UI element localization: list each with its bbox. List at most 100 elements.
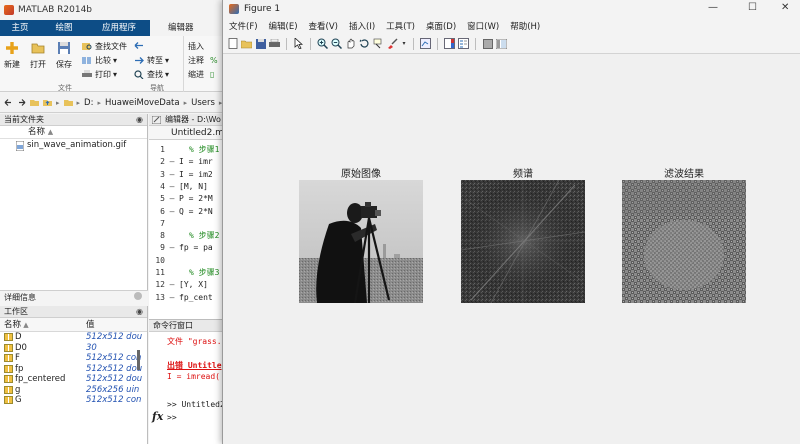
breadcrumb-folder[interactable]: HuaweiMoveData (105, 98, 180, 108)
figure-window: Figure 1 — ☐ ✕ 文件(F) 编辑(E) 查看(V) 插入(I) 工… (222, 0, 800, 444)
code-line[interactable]: 3– I = im2 (149, 169, 213, 181)
menu-insert[interactable]: 插入(I) (349, 20, 375, 32)
hide-plot-tools-icon[interactable] (482, 38, 493, 49)
back-icon[interactable] (4, 98, 13, 107)
menu-window[interactable]: 窗口(W) (467, 20, 499, 32)
code-line[interactable]: 4– [M, N] (149, 181, 208, 193)
scrollbar-thumb[interactable] (137, 350, 140, 370)
workspace-row[interactable]: fp 512x512 dou (0, 364, 147, 375)
breadcrumb-users[interactable]: Users (191, 98, 215, 108)
compare-button[interactable]: 比较 ▾ (82, 55, 117, 66)
insert-button[interactable]: 插入 (188, 41, 204, 52)
ws-value-column[interactable]: 值 (86, 318, 95, 331)
image-axes-filtered[interactable] (622, 180, 746, 303)
pointer-icon[interactable] (293, 38, 304, 49)
brush-icon[interactable] (387, 38, 398, 49)
code-line[interactable]: 8 % 步骤2 (149, 230, 219, 242)
open-file-icon[interactable] (241, 38, 252, 49)
save-button[interactable]: 保存 (56, 41, 72, 70)
dropdown-arrow-icon[interactable]: ▾ (401, 38, 407, 49)
pan-icon[interactable] (345, 38, 356, 49)
new-button[interactable]: 新建 (4, 41, 20, 70)
new-figure-icon[interactable] (227, 38, 238, 49)
rotate-3d-icon[interactable] (359, 38, 370, 49)
breakpoint-marker[interactable]: – (165, 279, 179, 291)
forward-icon[interactable] (17, 98, 26, 107)
tab-apps[interactable]: 应用程序 (88, 20, 150, 36)
file-row[interactable]: sin_wave_animation.gif (0, 139, 147, 152)
breakpoint-marker[interactable]: – (165, 292, 179, 304)
code-line[interactable]: 6– Q = 2*N (149, 206, 213, 218)
data-cursor-icon[interactable] (373, 38, 384, 49)
code-area[interactable]: 1% 步骤1 2– I = imr 3– I = im2 4– [M, N] 5– P = 2*… (149, 140, 228, 310)
code-line[interactable]: 12– [Y, X] (149, 279, 208, 291)
name-column-header[interactable]: 名称 ▲ (0, 126, 147, 139)
breakpoint-marker[interactable]: – (165, 156, 179, 168)
figure-canvas[interactable]: 原始图像 频谱 滤波结果 (223, 55, 800, 444)
workspace-row[interactable]: fp_centered 512x512 dou (0, 374, 147, 385)
breadcrumb-drive[interactable]: D: (84, 98, 93, 108)
link-plot-icon[interactable] (420, 38, 431, 49)
menu-help[interactable]: 帮助(H) (510, 20, 540, 32)
expand-icon[interactable] (134, 292, 142, 300)
command-window[interactable]: 命令行窗口 文件 "grass. 出错 Untitle I = imread('… (149, 319, 228, 444)
image-axes-spectrum[interactable] (461, 180, 585, 303)
indent-button[interactable]: 缩进 ▯ (188, 69, 214, 80)
tab-home[interactable]: 主页 (0, 20, 40, 36)
breakpoint-marker[interactable]: – (165, 206, 179, 218)
code-line[interactable]: 1 % 步骤1 (149, 144, 219, 156)
close-icon[interactable]: ✕ (781, 2, 789, 13)
panel-actions-icon[interactable]: ◉ (136, 306, 143, 318)
code-line[interactable]: 5– P = 2*M (149, 193, 213, 205)
minimize-icon[interactable]: — (708, 2, 718, 13)
code-line[interactable]: 9– fp = pa (149, 242, 213, 254)
code-line[interactable]: 13– fp_cent (149, 292, 212, 304)
menu-file[interactable]: 文件(F) (229, 20, 258, 32)
workspace-row[interactable]: F 512x512 con (0, 353, 147, 364)
workspace-row[interactable]: g 256x256 uin (0, 385, 147, 396)
code-line[interactable]: 11 % 步骤3 (149, 267, 219, 279)
cmd-error-line[interactable]: 出错 Untitle (167, 360, 222, 371)
maximize-icon[interactable]: ☐ (748, 2, 757, 13)
open-button[interactable]: 打开 (30, 41, 46, 70)
tab-plots[interactable]: 绘图 (40, 20, 88, 36)
fx-icon[interactable]: fx (152, 410, 163, 423)
workspace-row[interactable]: D 512x512 dou (0, 332, 147, 343)
ws-var-value: 512x512 con (86, 353, 142, 363)
zoom-out-icon[interactable] (331, 38, 342, 49)
colorbar-icon[interactable] (444, 38, 455, 49)
print-button[interactable]: 打印 ▾ (82, 69, 117, 80)
code-line[interactable]: 10 (149, 255, 179, 267)
menu-desktop[interactable]: 桌面(D) (426, 20, 456, 32)
menu-edit[interactable]: 编辑(E) (269, 20, 298, 32)
ws-name-column[interactable]: 名称 ▲ (0, 318, 86, 331)
breakpoint-marker[interactable]: – (165, 169, 179, 181)
breakpoint-marker[interactable]: – (165, 193, 179, 205)
breakpoint-marker[interactable]: – (165, 181, 179, 193)
up-folder-icon[interactable] (43, 98, 52, 107)
image-axes-original[interactable] (299, 180, 423, 303)
code-line[interactable]: 2– I = imr (149, 156, 213, 168)
comment-button[interactable]: 注释% (188, 55, 218, 66)
code-line[interactable]: 7 (149, 218, 179, 230)
line-number: 6 (160, 206, 165, 216)
menu-view[interactable]: 查看(V) (309, 20, 338, 32)
tab-editor[interactable]: 编辑器 (150, 20, 228, 36)
legend-icon[interactable] (458, 38, 469, 49)
menu-tools[interactable]: 工具(T) (386, 20, 415, 32)
breakpoint-marker[interactable]: – (165, 242, 179, 254)
find-files-button[interactable]: 查找文件 (82, 41, 127, 52)
editor-tab[interactable]: Untitled2.m (149, 126, 228, 140)
print-figure-icon[interactable] (269, 38, 280, 49)
show-plot-tools-icon[interactable] (496, 38, 507, 49)
browse-folder-icon[interactable] (30, 98, 39, 107)
workspace-row[interactable]: D0 30 (0, 343, 147, 354)
ws-var-name: fp (15, 363, 24, 374)
zoom-in-icon[interactable] (317, 38, 328, 49)
workspace-row[interactable]: G 512x512 con (0, 395, 147, 406)
panel-actions-icon[interactable]: ◉ (136, 114, 143, 126)
find-button[interactable]: 查找 ▾ (134, 69, 169, 80)
back-arrow-button[interactable] (134, 41, 147, 50)
save-figure-icon[interactable] (255, 38, 266, 49)
goto-button[interactable]: 转至 ▾ (134, 55, 169, 66)
